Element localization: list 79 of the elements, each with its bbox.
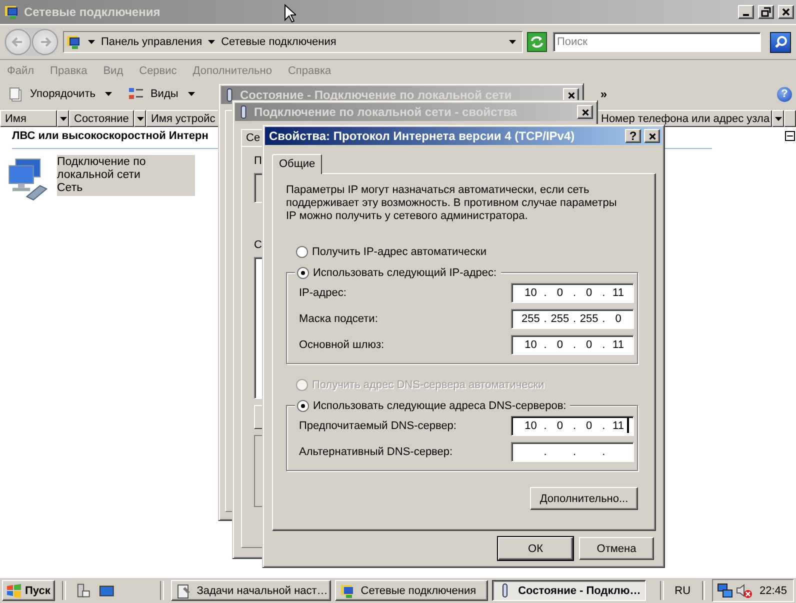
ip-address-field[interactable]: . . . [511, 442, 634, 462]
radio-icon [297, 266, 309, 278]
address-bar[interactable]: Панель управления Сетевые подключения [63, 31, 523, 53]
dropdown-caret-icon[interactable] [509, 40, 516, 44]
field-label: Предпочитаемый DNS-сервер: [299, 420, 456, 432]
search-icon [774, 35, 788, 49]
collapse-icon[interactable] [785, 131, 795, 141]
radio-icon [296, 246, 308, 258]
back-arrow-icon [11, 35, 25, 49]
caret-icon [136, 116, 144, 120]
breadcrumb[interactable]: Сетевые подключения [221, 36, 336, 48]
ip-address-field[interactable]: 255 . 255 . 255 . 0 [511, 309, 634, 329]
column-header[interactable]: Имя [0, 110, 57, 127]
radio-button[interactable]: Получить IP-адрес автоматически [296, 246, 486, 258]
dropdown-caret-icon[interactable] [188, 92, 196, 96]
volume-muted-icon[interactable] [736, 582, 752, 598]
column-header[interactable]: Состояние [69, 110, 134, 127]
field-label: П [254, 155, 262, 167]
breadcrumb[interactable]: Панель управления [101, 36, 202, 48]
clock: 22:45 [759, 584, 787, 596]
radio-icon [297, 400, 309, 412]
field-label: С [254, 239, 262, 251]
search-field[interactable]: Поиск [553, 32, 761, 52]
dropdown-caret-icon[interactable] [105, 92, 112, 96]
column-filter-button[interactable] [57, 110, 69, 127]
close-icon [648, 132, 656, 140]
field-label: IP-адрес: [299, 287, 346, 299]
taskbar-button[interactable]: Задачи начальной наст… [170, 580, 331, 601]
views-icon [128, 86, 144, 102]
dialog-button[interactable]: Отмена [579, 537, 654, 560]
network-icon[interactable] [717, 582, 734, 598]
search-button[interactable] [770, 32, 791, 52]
toolbar-button[interactable]: Упорядочить [6, 83, 98, 105]
network-folder-icon [66, 34, 82, 50]
close-icon [566, 90, 576, 100]
taskbar-button[interactable]: Сетевые подключения [334, 580, 488, 601]
forward-arrow-icon [38, 35, 52, 49]
close-button[interactable] [644, 129, 660, 143]
column-filter-button[interactable] [772, 110, 784, 127]
close-icon [781, 7, 791, 17]
field-label: Основной шлюз: [299, 339, 384, 351]
description-text: Параметры IP могут назначаться автоматически, если сеть поддерживает эту возможность. В противном случае параметры IP можно получить у сетевого администратора. [286, 184, 618, 223]
caret-icon [774, 116, 782, 120]
ip-address-field[interactable]: 10 . 0 . 0 . 11 [511, 335, 634, 355]
refresh-icon [530, 35, 544, 49]
language-indicator[interactable]: RU [670, 584, 695, 596]
caret-icon [60, 116, 66, 120]
caret-icon[interactable] [88, 40, 95, 44]
server-manager-icon[interactable] [75, 582, 91, 598]
taskbar-button[interactable]: Состояние - Подклю… [492, 580, 646, 601]
connection-item[interactable]: Подключение по локальной сети Сеть [57, 155, 195, 196]
pages-icon [8, 86, 24, 102]
refresh-button[interactable] [527, 32, 547, 52]
ip-address-field[interactable]: 10 . 0 . 0 . 11 [511, 283, 634, 303]
dialog-button[interactable]: ОК [498, 537, 573, 560]
group-heading: ЛВС или высокоскоростной Интерн [12, 130, 208, 142]
show-desktop-icon[interactable] [98, 582, 114, 598]
ip-address-field[interactable]: 10 . 0 . 0 . 11 [511, 416, 634, 436]
column-filter-button[interactable] [134, 110, 146, 127]
help-button[interactable]: ? [625, 129, 641, 143]
window-title: Сетевые подключения [24, 5, 160, 19]
document-tool-icon [176, 582, 192, 598]
radio-button[interactable]: Использовать следующий IP-адрес: [295, 265, 501, 280]
restore-icon [761, 7, 771, 17]
start-button[interactable]: Пуск [2, 580, 56, 601]
toolbar-button[interactable]: Виды [126, 83, 180, 105]
close-icon [580, 108, 590, 116]
caret-icon[interactable] [208, 40, 216, 44]
field-label: Маска подсети: [299, 313, 378, 325]
minimize-icon [743, 14, 749, 16]
advanced-button[interactable]: Дополнительно... [530, 487, 638, 510]
field-label: Альтернативный DNS-сервер: [299, 446, 453, 458]
radio-button[interactable]: Использовать следующие адреса DNS-серверов: [295, 398, 570, 413]
flag-logo-icon [6, 582, 22, 598]
radio-icon [296, 379, 308, 391]
network-folder-icon [4, 4, 20, 20]
network-folder-icon [340, 582, 356, 598]
toolbar-overflow-button[interactable]: » [600, 87, 607, 101]
tab[interactable]: Общие [272, 154, 322, 174]
